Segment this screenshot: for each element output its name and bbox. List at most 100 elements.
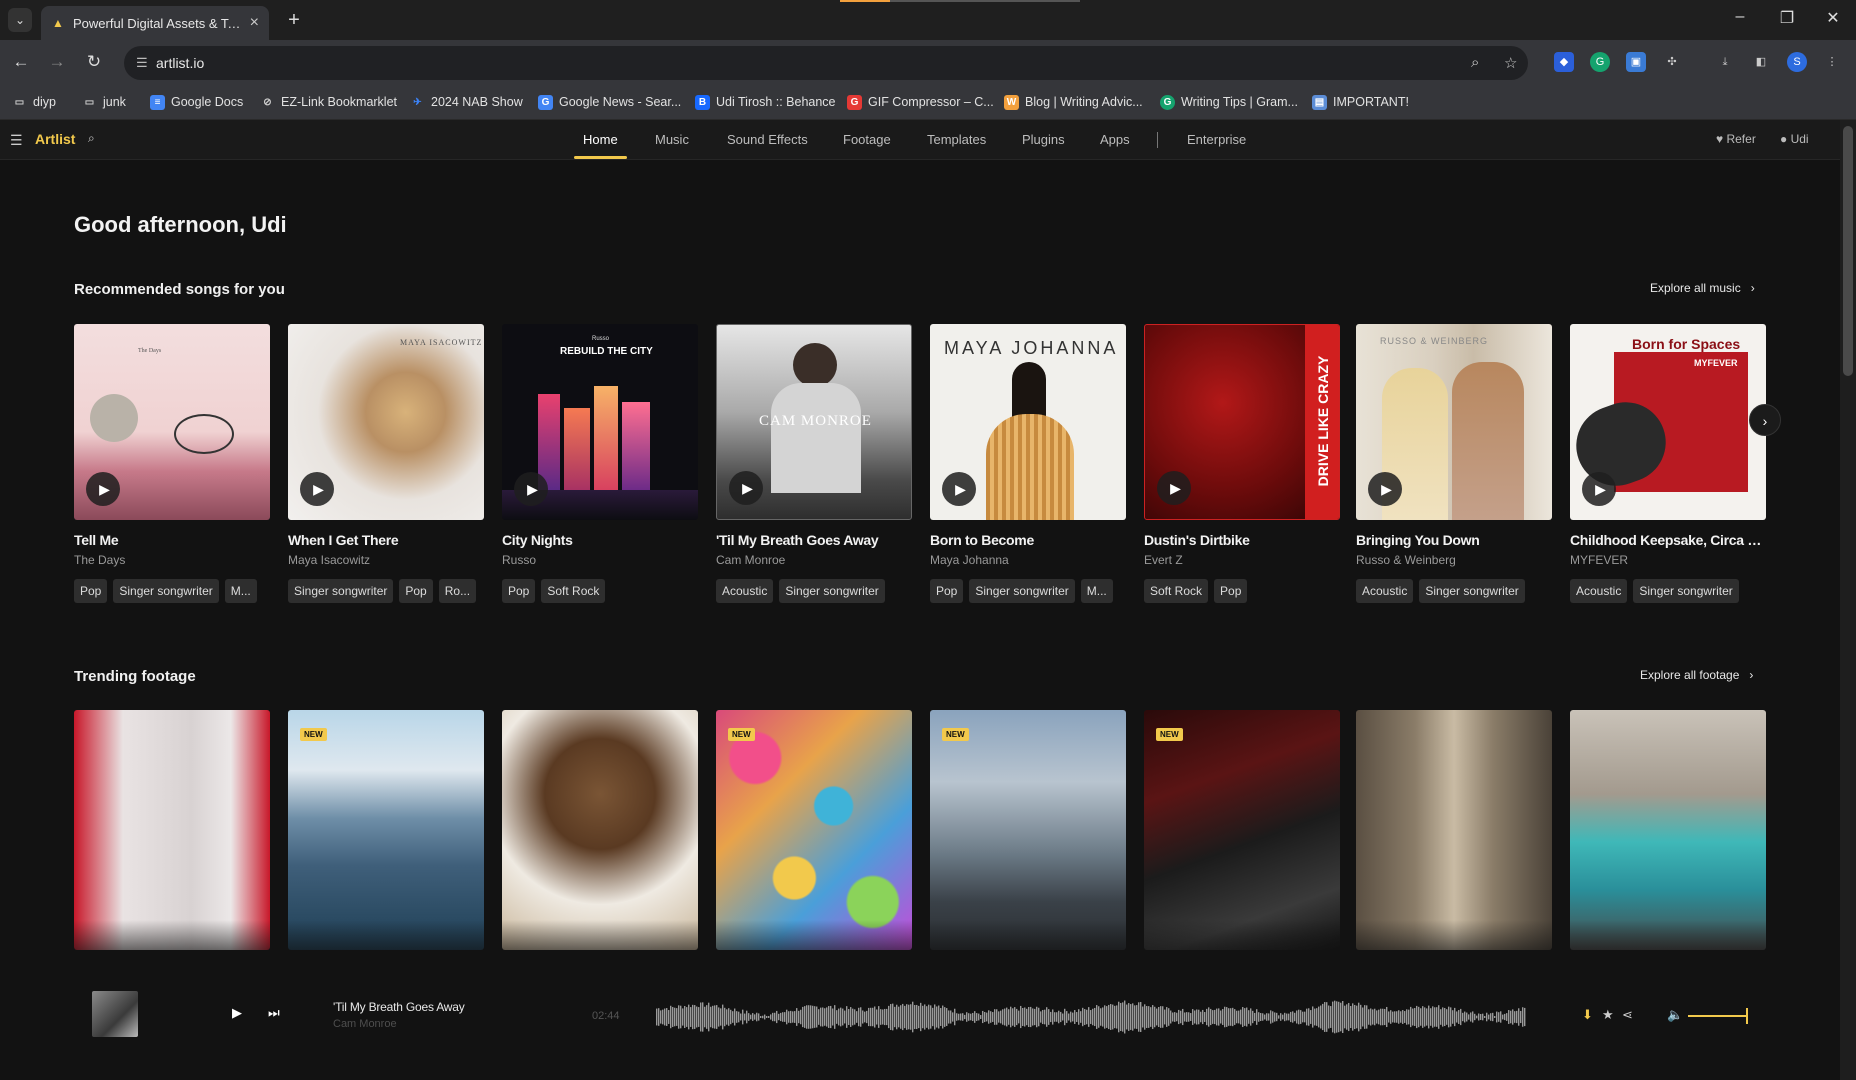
close-window-button[interactable]: ✕ [1818,8,1848,28]
volume-icon[interactable]: 🔈 [1667,1007,1683,1023]
grammarly-icon[interactable]: G [1590,52,1610,72]
footage-clip[interactable]: NEW [288,710,484,950]
minimize-button[interactable]: – [1725,8,1755,26]
genre-tag[interactable]: Pop [74,579,108,603]
bookmark-star-icon[interactable]: ☆ [1504,54,1517,72]
song-title[interactable]: City Nights [502,532,698,548]
menu-kebab-icon[interactable]: ⋮ [1822,52,1842,72]
reload-button[interactable]: ↻ [83,51,105,73]
footage-clip[interactable]: NEW [1144,710,1340,950]
favorite-star-icon[interactable]: ★ [1602,1007,1614,1023]
song-card[interactable]: Russo REBUILD THE CITY ▶ City Nights Rus… [502,324,698,603]
genre-tag[interactable]: Pop [930,579,964,603]
album-cover[interactable]: DRIVE LIKE CRAZY ▶ [1144,324,1340,520]
browser-tab[interactable]: ▲ Powerful Digital Assets & Tools × [41,6,269,40]
bookmark-item[interactable]: ≡ Google Docs [150,92,243,112]
genre-tag[interactable]: Singer songwriter [113,579,219,603]
side-panel-icon[interactable]: ◧ [1751,52,1771,72]
play-icon[interactable]: ▶ [729,471,763,505]
genre-tag[interactable]: Soft Rock [541,579,606,603]
song-title[interactable]: Dustin's Dirtbike [1144,532,1340,548]
play-icon[interactable]: ▶ [1157,471,1191,505]
song-artist[interactable]: Maya Isacowitz [288,553,484,567]
album-cover[interactable]: Born for Spaces MYFEVER ▶ [1570,324,1766,520]
address-bar[interactable]: ☰ artlist.io ⌕ ☆ [124,46,1528,80]
bookmark-item[interactable]: ⊘ EZ-Link Bookmarklet [260,92,397,112]
bookmark-item[interactable]: G Google News - Sear... [538,92,681,112]
song-artist[interactable]: Evert Z [1144,553,1340,567]
song-title[interactable]: Childhood Keepsake, Circa 19... [1570,532,1766,548]
song-title[interactable]: When I Get There [288,532,484,548]
nav-enterprise[interactable]: Enterprise [1187,132,1246,147]
song-card[interactable]: CAM MONROE ▶ 'Til My Breath Goes Away Ca… [716,324,912,603]
player-track-artist[interactable]: Cam Monroe [333,1018,397,1030]
song-artist[interactable]: Cam Monroe [716,553,912,567]
carousel-next-button[interactable]: › [1749,404,1781,436]
album-cover[interactable]: MAYA JOHANNA ▶ [930,324,1126,520]
tab-list-button[interactable]: ⌄ [8,8,32,32]
volume-knob[interactable] [1746,1008,1748,1024]
play-icon[interactable]: ▶ [942,472,976,506]
play-icon[interactable]: ▶ [86,472,120,506]
zoom-icon[interactable]: ⌕ [1471,54,1479,71]
bookmark-item[interactable]: ▤ IMPORTANT! [1312,92,1409,112]
song-artist[interactable]: Russo & Weinberg [1356,553,1552,567]
genre-tag[interactable]: Singer songwriter [779,579,885,603]
play-icon[interactable]: ▶ [300,472,334,506]
skip-next-button[interactable]: ⏭ [268,1005,280,1021]
bookmark-item[interactable]: W Blog | Writing Advic... [1004,92,1143,112]
extension-blue-icon[interactable]: ▣ [1626,52,1646,72]
song-title[interactable]: Tell Me [74,532,270,548]
genre-tag[interactable]: Pop [502,579,536,603]
bookmark-folder[interactable]: ▭ junk [82,92,126,112]
genre-tag[interactable]: Pop [1214,579,1248,603]
nav-music[interactable]: Music [655,132,689,147]
footage-clip[interactable] [502,710,698,950]
volume-slider[interactable] [1688,1015,1748,1017]
nav-plugins[interactable]: Plugins [1022,132,1065,147]
profile-avatar[interactable]: S [1787,52,1807,72]
album-cover[interactable]: RUSSO & WEINBERG ▶ [1356,324,1552,520]
song-artist[interactable]: Russo [502,553,698,567]
song-card[interactable]: MAYA ISACOWITZ ▶ When I Get There Maya I… [288,324,484,603]
song-title[interactable]: Born to Become [930,532,1126,548]
nav-templates[interactable]: Templates [927,132,986,147]
song-card[interactable]: MAYA JOHANNA ▶ Born to Become Maya Johan… [930,324,1126,603]
download-icon[interactable]: ⬇ [1582,1007,1593,1023]
nav-apps[interactable]: Apps [1100,132,1130,147]
scrollbar-thumb[interactable] [1843,126,1853,376]
genre-tag[interactable]: Soft Rock [1144,579,1209,603]
explore-music-link[interactable]: Explore all music › [1650,281,1755,295]
share-icon[interactable]: ⋖ [1622,1007,1633,1023]
restore-button[interactable]: ❐ [1772,8,1802,28]
site-info-icon[interactable]: ☰ [136,55,148,71]
footage-clip[interactable] [1356,710,1552,950]
bookmark-item[interactable]: G Writing Tips | Gram... [1160,92,1298,112]
genre-tag[interactable]: Ro... [438,579,477,603]
play-button[interactable]: ▶ [232,1005,242,1021]
new-tab-button[interactable]: + [282,8,306,32]
bookmark-folder[interactable]: ▭ diyp [12,92,56,112]
bookmark-item[interactable]: ✈ 2024 NAB Show [410,92,522,112]
nav-footage[interactable]: Footage [843,132,891,147]
song-title[interactable]: Bringing You Down [1356,532,1552,548]
artlist-logo[interactable]: Artlist [35,131,75,147]
play-icon[interactable]: ▶ [1582,472,1616,506]
player-thumbnail[interactable] [92,991,138,1037]
song-artist[interactable]: MYFEVER [1570,553,1766,567]
back-button[interactable]: ← [10,51,32,73]
footage-clip[interactable] [1570,710,1766,950]
waveform[interactable] [656,995,1526,1039]
nav-sound-effects[interactable]: Sound Effects [727,132,808,147]
hamburger-menu-icon[interactable]: ☰ [10,132,23,149]
genre-tag[interactable]: Acoustic [1570,579,1628,603]
song-card[interactable]: DRIVE LIKE CRAZY ▶ Dustin's Dirtbike Eve… [1144,324,1340,603]
song-card[interactable]: Born for Spaces MYFEVER ▶ Childhood Keep… [1570,324,1766,603]
extensions-puzzle-icon[interactable]: ✣ [1662,52,1682,72]
search-icon[interactable]: ⌕ [88,131,95,146]
song-card[interactable]: RUSSO & WEINBERG ▶ Bringing You Down Rus… [1356,324,1552,603]
song-artist[interactable]: Maya Johanna [930,553,1126,567]
bookmark-item[interactable]: G GIF Compressor – C... [847,92,994,112]
genre-tag[interactable]: Pop [399,579,433,603]
page-scrollbar[interactable] [1840,120,1856,1080]
